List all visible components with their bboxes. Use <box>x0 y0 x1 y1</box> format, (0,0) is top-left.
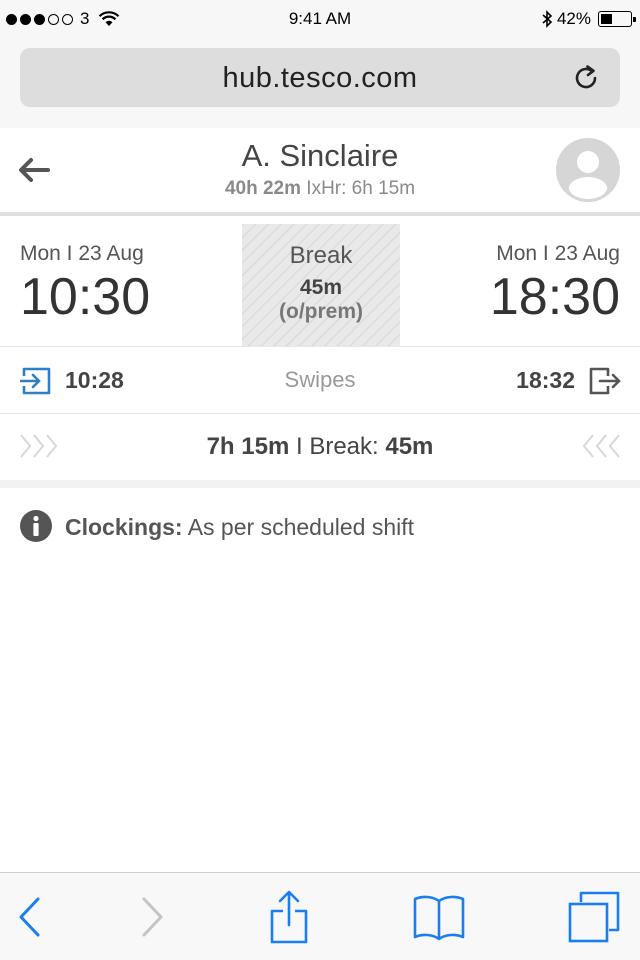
address-bar[interactable]: hub.tesco.com <box>20 48 620 107</box>
start-date: Mon I 23 Aug <box>20 242 144 265</box>
bookmarks-icon <box>413 895 465 941</box>
duration-separator: I <box>295 433 303 460</box>
page-header: A. Sinclaire 40h 22m IxHr: 6h 15m <box>0 128 640 212</box>
person-silhouette-icon <box>569 151 607 199</box>
chevron-left-icon <box>19 897 40 937</box>
battery-icon <box>598 11 636 27</box>
reload-icon[interactable] <box>570 62 602 94</box>
hours-summary: 40h 22m IxHr: 6h 15m <box>0 178 640 200</box>
share-button[interactable] <box>262 873 316 960</box>
employee-name: A. Sinclaire <box>241 138 399 173</box>
break-duration: 45m <box>299 276 343 299</box>
tabs-icon <box>568 891 620 943</box>
status-bar: 3 9:41 AM 42% <box>0 0 640 40</box>
bluetooth-icon <box>542 10 553 28</box>
shift-start: Mon I 23 Aug 10:30 <box>20 242 150 326</box>
swipe-out-time: 18:32 <box>516 367 575 393</box>
worked-summary: 7h 15m I Break: 45m <box>0 433 640 461</box>
browser-toolbar <box>0 872 640 960</box>
shift-end: Mon I 23 Aug 18:30 <box>490 242 620 326</box>
clockings-info: Clockings: As per scheduled shift <box>0 508 640 548</box>
start-time: 10:30 <box>20 268 151 326</box>
sign-out-icon <box>589 367 621 395</box>
break-note: (o/prem) <box>279 300 363 323</box>
break-title: Break <box>289 242 353 269</box>
browser-back-button[interactable] <box>0 873 58 960</box>
battery-percent: 42% <box>556 9 591 28</box>
battery-level <box>601 14 612 24</box>
battery-tip <box>633 17 636 22</box>
end-date: Mon I 23 Aug <box>496 242 620 265</box>
duration-row: 7h 15m I Break: 45m <box>0 414 640 480</box>
clockings-label: Clockings: <box>65 514 183 540</box>
end-time: 18:30 <box>489 268 620 326</box>
user-avatar-icon[interactable] <box>556 138 620 202</box>
duration-break-label: Break: <box>309 433 379 460</box>
xhr-value: 6h 15m <box>351 178 416 199</box>
clockings-text: Clockings: As per scheduled shift <box>65 514 414 541</box>
battery-area: 42% <box>541 9 636 29</box>
swipes-row: 10:28 Swipes 18:32 <box>0 347 640 413</box>
chevron-right-icon <box>142 897 163 937</box>
worked-time: 7h 15m <box>206 433 290 460</box>
url-text[interactable]: hub.tesco.com <box>20 62 620 95</box>
xhr-label: xHr: <box>311 178 347 199</box>
header-divider <box>0 212 640 216</box>
browser-forward-button[interactable] <box>128 873 178 960</box>
break-panel: Break 45m (o/prem) <box>242 224 400 346</box>
share-icon <box>270 890 308 944</box>
duration-break-value: 45m <box>385 433 434 460</box>
hours-total: 40h 22m <box>224 178 301 199</box>
browser-chrome: hub.tesco.com <box>0 40 640 128</box>
section-divider <box>0 480 640 488</box>
info-icon <box>20 510 52 542</box>
shift-times: Mon I 23 Aug 10:30 Break 45m (o/prem) Mo… <box>0 224 640 346</box>
tabs-button[interactable] <box>562 873 626 960</box>
clockings-value: As per scheduled shift <box>187 514 414 540</box>
bookmarks-button[interactable] <box>408 873 470 960</box>
chevrons-left-icon <box>582 434 620 458</box>
